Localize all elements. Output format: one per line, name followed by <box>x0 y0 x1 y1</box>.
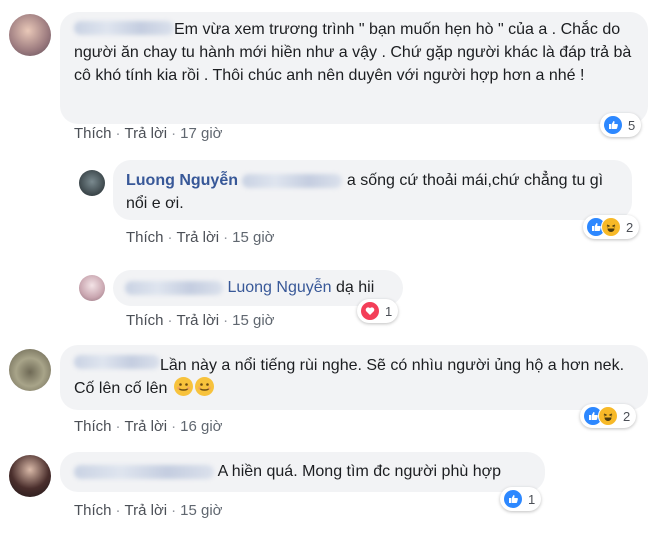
avatar[interactable] <box>79 275 105 301</box>
comment-body: Luong Nguyễn a sống cứ thoải mái,chứ chẳ… <box>126 169 626 215</box>
comment-actions: Thích · Trả lời · 17 giờ <box>74 125 223 142</box>
comment-bubble: Lần này a nổi tiếng rùi nghe. Sẽ có nhìu… <box>60 345 648 410</box>
comment-actions: Thích · Trả lời · 16 giờ <box>74 418 223 435</box>
reply-link[interactable]: Trả lời <box>177 312 220 329</box>
haha-icon <box>601 217 621 237</box>
comment-bubble: Em vừa xem trương trình " bạn muốn hẹn h… <box>60 12 648 124</box>
reaction-count: 1 <box>385 303 393 319</box>
mention-name[interactable]: Luong Nguyễn <box>227 279 331 296</box>
comment-actions: Thích · Trả lời · 15 giờ <box>126 312 275 329</box>
avatar[interactable] <box>79 170 105 196</box>
like-link[interactable]: Thích <box>74 502 112 519</box>
comment-body: Lần này a nổi tiếng rùi nghe. Sẽ có nhìu… <box>74 354 642 400</box>
comment-text: dạ hii <box>336 279 375 296</box>
reaction-count: 2 <box>623 408 631 424</box>
timestamp[interactable]: 17 giờ <box>180 125 222 142</box>
smile-emoji <box>173 377 193 396</box>
comment-bubble: Luong Nguyễn a sống cứ thoải mái,chứ chẳ… <box>113 160 632 220</box>
author-name-blurred[interactable] <box>125 280 223 295</box>
timestamp[interactable]: 16 giờ <box>180 418 222 435</box>
like-icon <box>603 115 623 135</box>
reply-link[interactable]: Trả lời <box>177 229 220 246</box>
timestamp[interactable]: 15 giờ <box>180 502 222 519</box>
comment-text: Lần này a nổi tiếng rùi nghe. Sẽ có nhìu… <box>74 357 625 397</box>
like-link[interactable]: Thích <box>126 229 164 246</box>
reaction-summary[interactable]: 2 <box>583 215 640 239</box>
comment-body: A hiền quá. Mong tìm đc người phù hợp <box>74 460 501 483</box>
reaction-count: 5 <box>628 117 636 133</box>
comment-bubble: Luong Nguyễn dạ hii <box>113 270 403 306</box>
comment-text: Em vừa xem trương trình " bạn muốn hẹn h… <box>74 21 632 84</box>
reaction-count: 2 <box>626 219 634 235</box>
haha-icon <box>598 406 618 426</box>
like-link[interactable]: Thích <box>74 125 112 142</box>
like-link[interactable]: Thích <box>74 418 112 435</box>
reaction-summary[interactable]: 5 <box>600 113 642 137</box>
timestamp[interactable]: 15 giờ <box>232 229 274 246</box>
reaction-count: 1 <box>528 491 536 507</box>
avatar[interactable] <box>9 349 51 391</box>
love-icon <box>360 301 380 321</box>
like-icon <box>503 489 523 509</box>
comment-text: A hiền quá. Mong tìm đc người phù hợp <box>217 463 501 480</box>
like-link[interactable]: Thích <box>126 312 164 329</box>
reaction-summary[interactable]: 1 <box>357 299 399 323</box>
reaction-summary[interactable]: 1 <box>500 487 542 511</box>
smile-emoji <box>194 377 214 396</box>
reply-link[interactable]: Trả lời <box>125 418 168 435</box>
comment-actions: Thích · Trả lời · 15 giờ <box>126 229 275 246</box>
author-name-blurred[interactable] <box>74 464 214 479</box>
comment-actions: Thích · Trả lời · 15 giờ <box>74 502 223 519</box>
reply-link[interactable]: Trả lời <box>125 502 168 519</box>
avatar[interactable] <box>9 14 51 56</box>
author-name-blurred[interactable] <box>242 173 343 188</box>
reply-link[interactable]: Trả lời <box>125 125 168 142</box>
comment-body: Luong Nguyễn dạ hii <box>125 276 374 299</box>
reaction-summary[interactable]: 2 <box>580 404 637 428</box>
avatar[interactable] <box>9 455 51 497</box>
comment-bubble: A hiền quá. Mong tìm đc người phù hợp <box>60 452 545 492</box>
author-name[interactable]: Luong Nguyễn <box>126 172 238 189</box>
timestamp[interactable]: 15 giờ <box>232 312 274 329</box>
